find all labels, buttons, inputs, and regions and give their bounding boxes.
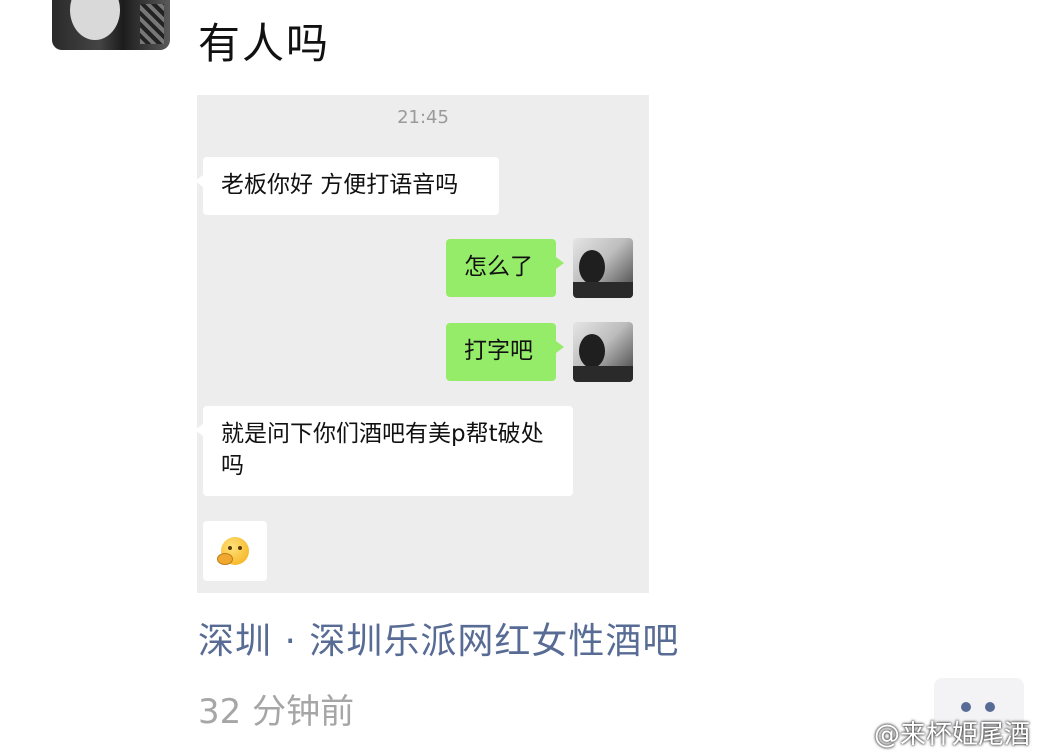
weibo-icon [846, 726, 871, 746]
thinking-face-icon [217, 537, 249, 565]
post-timestamp: 32 分钟前 [198, 692, 355, 732]
chat-message-bubble [203, 521, 267, 581]
watermark-text: @来杯姫尾酒 [874, 720, 1031, 750]
dot-icon [961, 702, 971, 712]
chat-avatar [573, 238, 633, 298]
chat-message-bubble: 就是问下你们酒吧有美p帮t破处吗 [197, 406, 573, 496]
watermark: @来杯姫尾酒 [846, 714, 1030, 751]
chat-message-bubble: 老板你好 方便打语音吗 [197, 157, 499, 215]
post-text: 有人吗 [198, 19, 331, 68]
dot-icon [985, 702, 995, 712]
chat-avatar [573, 322, 633, 382]
chat-message-bubble: 打字吧 [446, 323, 564, 381]
chat-message-bubble: 怎么了 [446, 239, 564, 297]
location-link[interactable]: 深圳 · 深圳乐派网红女性酒吧 [198, 612, 679, 664]
poster-avatar[interactable] [52, 0, 170, 50]
chat-screenshot-image[interactable]: 21:45 老板你好 方便打语音吗 怎么了 打字吧 就是问下你们酒吧有美p帮t破… [197, 95, 649, 593]
chat-time: 21:45 [397, 107, 449, 128]
